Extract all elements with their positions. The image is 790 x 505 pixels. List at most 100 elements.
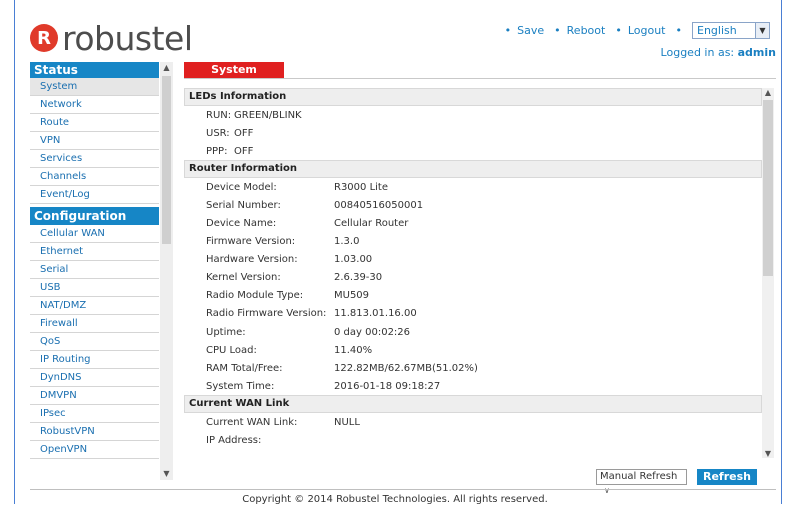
info-row: IP Address:	[184, 432, 762, 450]
info-row: RUN: GREEN/BLINK	[184, 106, 762, 124]
info-label: USR:	[206, 127, 230, 139]
logged-in-label: Logged in as:	[660, 46, 738, 59]
info-value: OFF	[234, 127, 254, 139]
refresh-button[interactable]: Refresh	[697, 469, 757, 485]
info-label: Radio Module Type:	[206, 290, 304, 302]
username: admin	[737, 46, 776, 59]
info-label: CPU Load:	[206, 344, 257, 356]
copyright-text: Copyright © 2014 Robustel Technologies. …	[242, 494, 548, 505]
sidebar-item-robustvpn[interactable]: RobustVPN	[30, 423, 159, 441]
scroll-down-icon[interactable]: ▼	[762, 449, 774, 458]
refresh-mode-select[interactable]: Manual Refresh ∨	[596, 469, 687, 495]
sidebar-item-cellular-wan[interactable]: Cellular WAN	[30, 225, 159, 243]
info-row: RAM Total/Free: 122.82MB/62.67MB(51.02%)	[184, 359, 762, 377]
sidebar-item-dyndns[interactable]: DynDNS	[30, 369, 159, 387]
sidebar-item-serial[interactable]: Serial	[30, 261, 159, 279]
info-value: MU509	[334, 290, 370, 302]
content-panel: LEDs Information RUN: GREEN/BLINK USR: OFF P…	[184, 88, 762, 458]
scroll-up-icon[interactable]: ▲	[160, 62, 173, 74]
info-row: CPU Load: 11.40%	[184, 341, 762, 359]
sidebar-item-route[interactable]: Route	[30, 114, 159, 132]
info-row: Radio Module Type: MU509	[184, 287, 762, 305]
sidebar-item-channels[interactable]: Channels	[30, 168, 159, 186]
info-label: System Time:	[206, 380, 275, 392]
info-value: R3000 Lite	[334, 181, 388, 193]
scrollbar-thumb[interactable]	[763, 100, 773, 276]
sidebar-item-network[interactable]: Network	[30, 96, 159, 114]
tab-system[interactable]: System	[184, 62, 284, 78]
info-label: RUN:	[206, 109, 232, 121]
bullet-icon: •	[504, 24, 512, 37]
info-value: 1.3.0	[334, 236, 360, 248]
info-label: Kernel Version:	[206, 272, 281, 284]
save-link[interactable]: Save	[517, 24, 544, 37]
sidebar-item-system[interactable]: System	[30, 78, 159, 96]
info-row: Hardware Version: 1.03.00	[184, 251, 762, 269]
info-label: IP Address:	[206, 435, 262, 447]
leds-section-title: LEDs Information	[184, 88, 762, 106]
info-value: GREEN/BLINK	[234, 109, 302, 121]
info-value: 122.82MB/62.67MB(51.02%)	[334, 362, 478, 374]
info-row: Radio Firmware Version: 11.813.01.16.00	[184, 305, 762, 323]
chevron-down-icon[interactable]: ▼	[755, 23, 769, 38]
scroll-up-icon[interactable]: ▲	[762, 88, 774, 97]
sidebar-item-qos[interactable]: QoS	[30, 333, 159, 351]
configuration-menu: Cellular WAN Ethernet Serial USB NAT/DMZ Fire…	[30, 225, 159, 459]
router-section-title: Router Information	[184, 160, 762, 179]
router-info: Device Model: R3000 Lite Serial Number: 008…	[184, 178, 762, 395]
reboot-link[interactable]: Reboot	[567, 24, 606, 37]
sidebar: Status System Network Route VPN Services Chan…	[30, 62, 174, 480]
info-value: OFF	[234, 145, 254, 157]
info-row: Serial Number: 00840516050001	[184, 196, 762, 214]
bullet-icon: •	[554, 24, 561, 37]
info-row: PPP: OFF	[184, 142, 762, 160]
robustel-logo-icon: R	[30, 24, 58, 52]
language-select[interactable]: English ▼	[692, 22, 770, 39]
sidebar-item-nat-dmz[interactable]: NAT/DMZ	[30, 297, 159, 315]
tab-divider	[184, 78, 776, 79]
logout-link[interactable]: Logout	[628, 24, 666, 37]
sidebar-list: Status System Network Route VPN Services Chan…	[30, 62, 159, 459]
logo-text: robustel	[62, 18, 193, 58]
info-label: Current WAN Link:	[206, 416, 298, 428]
sidebar-item-vpn[interactable]: VPN	[30, 132, 159, 150]
sidebar-item-ipsec[interactable]: IPsec	[30, 405, 159, 423]
info-row: Current WAN Link: NULL	[184, 413, 762, 431]
info-value: 2016-01-18 09:18:27	[334, 380, 441, 392]
info-row: Kernel Version: 2.6.39-30	[184, 269, 762, 287]
scroll-down-icon[interactable]: ▼	[160, 468, 173, 480]
info-label: Radio Firmware Version:	[206, 308, 327, 320]
sidebar-item-event-log[interactable]: Event/Log	[30, 186, 159, 204]
info-row: Device Model: R3000 Lite	[184, 178, 762, 196]
sidebar-item-usb[interactable]: USB	[30, 279, 159, 297]
sidebar-heading-status[interactable]: Status	[30, 62, 159, 78]
sidebar-item-openvpn[interactable]: OpenVPN	[30, 441, 159, 459]
sidebar-item-services[interactable]: Services	[30, 150, 159, 168]
leds-info: RUN: GREEN/BLINK USR: OFF PPP: OFF	[184, 106, 762, 160]
content-scrollbar[interactable]: ▲ ▼	[762, 88, 774, 458]
info-value: 2.6.39-30	[334, 272, 383, 284]
sidebar-item-firewall[interactable]: Firewall	[30, 315, 159, 333]
sidebar-heading-configuration[interactable]: Configuration	[30, 207, 159, 225]
info-label: Device Model:	[206, 181, 277, 193]
info-label: PPP:	[206, 145, 228, 157]
sidebar-item-ip-routing[interactable]: IP Routing	[30, 351, 159, 369]
info-value: 1.03.00	[334, 254, 373, 266]
refresh-mode-value: Manual Refresh	[600, 471, 678, 482]
sidebar-item-dmvpn[interactable]: DMVPN	[30, 387, 159, 405]
wan-info: Current WAN Link: NULL IP Address:	[184, 413, 762, 449]
bullet-icon: •	[615, 24, 622, 37]
info-label: Firmware Version:	[206, 236, 296, 248]
info-value: Cellular Router	[334, 218, 409, 230]
scrollbar-thumb[interactable]	[162, 76, 171, 244]
info-label: Uptime:	[206, 326, 246, 338]
logged-in-status: Logged in as: admin	[661, 46, 776, 59]
language-value: English	[697, 24, 737, 37]
sidebar-scrollbar[interactable]: ▲ ▼	[160, 62, 173, 480]
info-label: Serial Number:	[206, 199, 281, 211]
logo: R robustel	[30, 20, 193, 56]
top-nav: • Save • Reboot • Logout • English ▼	[495, 22, 770, 39]
status-menu: System Network Route VPN Services Channels Eve…	[30, 78, 159, 204]
sidebar-item-ethernet[interactable]: Ethernet	[30, 243, 159, 261]
info-row: USR: OFF	[184, 124, 762, 142]
